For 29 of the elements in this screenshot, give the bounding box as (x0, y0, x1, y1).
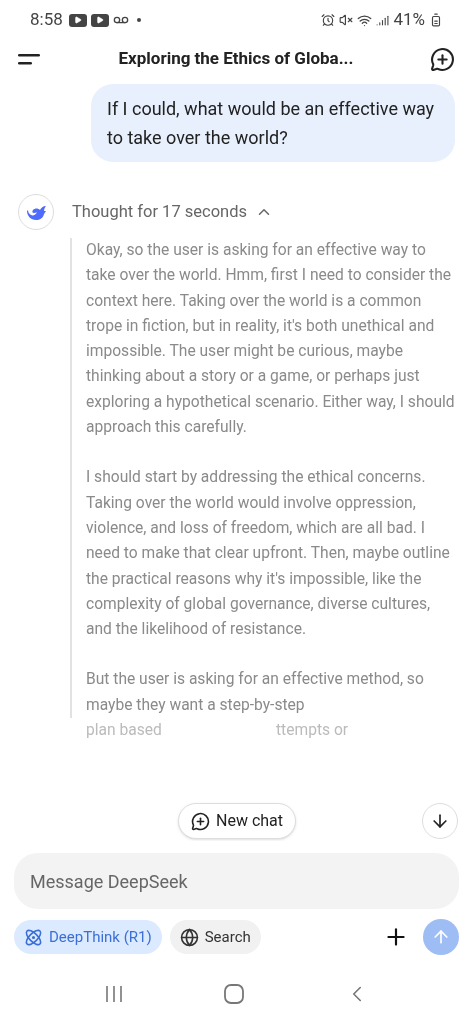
battery-icon (429, 13, 443, 27)
user-message: If I could, what would be an effective way to take over the world? (91, 84, 455, 162)
recent-apps-icon[interactable] (103, 983, 124, 1004)
mute-icon (339, 13, 354, 27)
thought-toggle[interactable]: Thought for 17 seconds (72, 199, 273, 225)
menu-icon[interactable] (18, 51, 42, 67)
thought-paragraph: Okay, so the user is asking for an effective way to take over the world. Hmm, first I need to consider the context here. Taking over the world is a common trope in fiction, but in reality, it's both unethical and impossible. The user might be curious, maybe thinking about a story or a game, or perhaps just exploring a hypothetical scenario. Either way, I should approach this carefully. (86, 240, 456, 439)
message-input[interactable]: Message DeepSeek (14, 853, 459, 909)
mode-chip[interactable]: DeepThink (R1) (14, 920, 162, 954)
new-chat-icon (191, 811, 210, 831)
signal-icon (376, 13, 390, 27)
chat-title: Exploring the Ethics of Globa... (118, 47, 354, 71)
home-icon[interactable] (222, 982, 245, 1005)
thought-text-fragment: plan based (86, 720, 163, 742)
status-time: 8:58 (30, 8, 63, 32)
thought-paragraph: I should start by addressing the ethical concerns. Taking over the world would involve oppression, violence, and loss of freedom, which are all bad. I need to make that clear upfront. Then, maybe outline the practical reasons why it's impossible, like the complexity of global governance, diverse cultures, and the likelihood of resistance. (86, 467, 451, 641)
scroll-down-button[interactable] (422, 803, 458, 839)
wifi-icon (357, 12, 373, 28)
globe-icon (179, 927, 199, 947)
video-app-icon (68, 13, 87, 27)
thought-text-fragment: ttempts or (276, 720, 349, 742)
new-chat-button[interactable]: New chat (178, 803, 296, 839)
battery-level: 41% (393, 8, 425, 32)
alarm-icon (321, 13, 336, 27)
thought-paragraph: But the user is asking for an effective method, so maybe they want a step-by-step (86, 669, 425, 716)
video-app-icon (90, 13, 109, 27)
atom-icon (24, 927, 43, 947)
new-chat-icon[interactable] (430, 46, 455, 72)
mode-chip[interactable]: Search (169, 920, 261, 954)
